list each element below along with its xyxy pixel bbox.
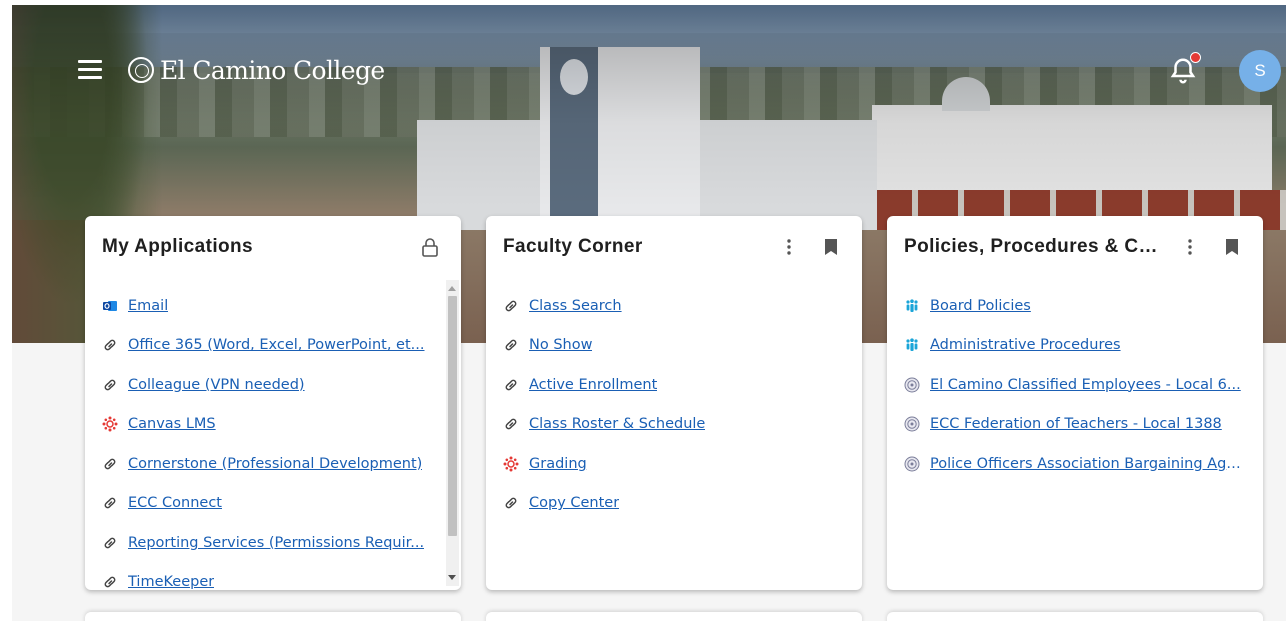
- notification-dot: [1190, 52, 1201, 63]
- list-item: Grading: [503, 444, 842, 484]
- link[interactable]: Cornerstone (Professional Development): [128, 456, 422, 472]
- people-icon: [904, 298, 920, 314]
- card-next-row: [85, 612, 461, 621]
- list-item: Colleague (VPN needed): [102, 365, 431, 405]
- more-vert-icon[interactable]: [778, 234, 800, 260]
- lock-icon[interactable]: [419, 234, 441, 260]
- hamburger-menu-icon[interactable]: [78, 60, 102, 80]
- link-list: Class Search No Show Active Enrollment Clas…: [503, 286, 842, 523]
- card-my-applications: My Applications Email Office 365 (Word, E…: [85, 216, 461, 590]
- scroll-down-arrow[interactable]: [448, 575, 456, 580]
- link[interactable]: Office 365 (Word, Excel, PowerPoint, et.…: [128, 337, 425, 353]
- outlook-icon: [102, 298, 118, 314]
- list-item: Active Enrollment: [503, 365, 842, 405]
- link[interactable]: El Camino Classified Employees - Local 6…: [930, 377, 1241, 393]
- canvas-icon: [503, 456, 519, 472]
- scroll-thumb[interactable]: [448, 296, 457, 536]
- scroll-up-arrow[interactable]: [448, 286, 456, 291]
- bookmark-icon[interactable]: [1221, 234, 1243, 260]
- list-item: Administrative Procedures: [904, 326, 1243, 366]
- link[interactable]: Police Officers Association Bargaining A…: [930, 456, 1243, 472]
- link[interactable]: Canvas LMS: [128, 416, 216, 432]
- seal-icon: [904, 456, 920, 472]
- link[interactable]: No Show: [529, 337, 592, 353]
- link[interactable]: ECC Federation of Teachers - Local 1388: [930, 416, 1222, 432]
- link[interactable]: Email: [128, 298, 168, 314]
- list-item: Class Roster & Schedule: [503, 405, 842, 445]
- list-item: Reporting Services (Permissions Requir..…: [102, 523, 431, 563]
- link-icon: [503, 337, 519, 353]
- link[interactable]: Active Enrollment: [529, 377, 657, 393]
- link-list: Email Office 365 (Word, Excel, PowerPoint…: [102, 286, 431, 602]
- link-icon: [102, 456, 118, 472]
- list-item: No Show: [503, 326, 842, 366]
- list-item: Email: [102, 286, 431, 326]
- list-item: Class Search: [503, 286, 842, 326]
- list-item: Cornerstone (Professional Development): [102, 444, 431, 484]
- link-icon: [503, 495, 519, 511]
- list-item: Police Officers Association Bargaining A…: [904, 444, 1243, 484]
- brand-name: El Camino College: [160, 55, 385, 85]
- link-icon: [102, 495, 118, 511]
- link-list: Board Policies Administrative Procedures E…: [904, 286, 1243, 484]
- link[interactable]: Administrative Procedures: [930, 337, 1121, 353]
- link-icon: [102, 337, 118, 353]
- list-item: Canvas LMS: [102, 405, 431, 445]
- link[interactable]: Grading: [529, 456, 587, 472]
- people-icon: [904, 337, 920, 353]
- card-title: Faculty Corner: [503, 236, 643, 257]
- link[interactable]: Copy Center: [529, 495, 619, 511]
- card-title: Policies, Procedures & Co...: [904, 236, 1163, 257]
- list-item: ECC Federation of Teachers - Local 1388: [904, 405, 1243, 445]
- link-icon: [102, 574, 118, 590]
- link-icon: [102, 535, 118, 551]
- college-seal-icon: [128, 57, 154, 83]
- link[interactable]: Reporting Services (Permissions Requir..…: [128, 535, 424, 551]
- link[interactable]: Colleague (VPN needed): [128, 377, 305, 393]
- link[interactable]: Board Policies: [930, 298, 1031, 314]
- link-icon: [102, 377, 118, 393]
- link[interactable]: Class Search: [529, 298, 622, 314]
- more-vert-icon[interactable]: [1179, 234, 1201, 260]
- link-icon: [503, 377, 519, 393]
- card-faculty-corner: Faculty Corner Class Search No Show Active…: [486, 216, 862, 590]
- list-item: ECC Connect: [102, 484, 431, 524]
- link[interactable]: TimeKeeper: [128, 574, 214, 590]
- list-item: Board Policies: [904, 286, 1243, 326]
- list-item: Copy Center: [503, 484, 842, 524]
- link[interactable]: ECC Connect: [128, 495, 222, 511]
- card-title: My Applications: [102, 236, 253, 257]
- seal-icon: [904, 377, 920, 393]
- list-item: Office 365 (Word, Excel, PowerPoint, et.…: [102, 326, 431, 366]
- canvas-icon: [102, 416, 118, 432]
- list-item: TimeKeeper: [102, 563, 431, 603]
- bookmark-icon[interactable]: [820, 234, 842, 260]
- link-icon: [503, 416, 519, 432]
- card-next-row: [486, 612, 862, 621]
- link-icon: [503, 298, 519, 314]
- list-item: El Camino Classified Employees - Local 6…: [904, 365, 1243, 405]
- scrollbar[interactable]: [446, 280, 459, 586]
- seal-icon: [904, 416, 920, 432]
- college-logo[interactable]: El Camino College: [128, 52, 385, 88]
- user-avatar[interactable]: S: [1239, 50, 1281, 92]
- card-policies-procedures: Policies, Procedures & Co... Board Polic…: [887, 216, 1263, 590]
- card-next-row: [887, 612, 1263, 621]
- link[interactable]: Class Roster & Schedule: [529, 416, 705, 432]
